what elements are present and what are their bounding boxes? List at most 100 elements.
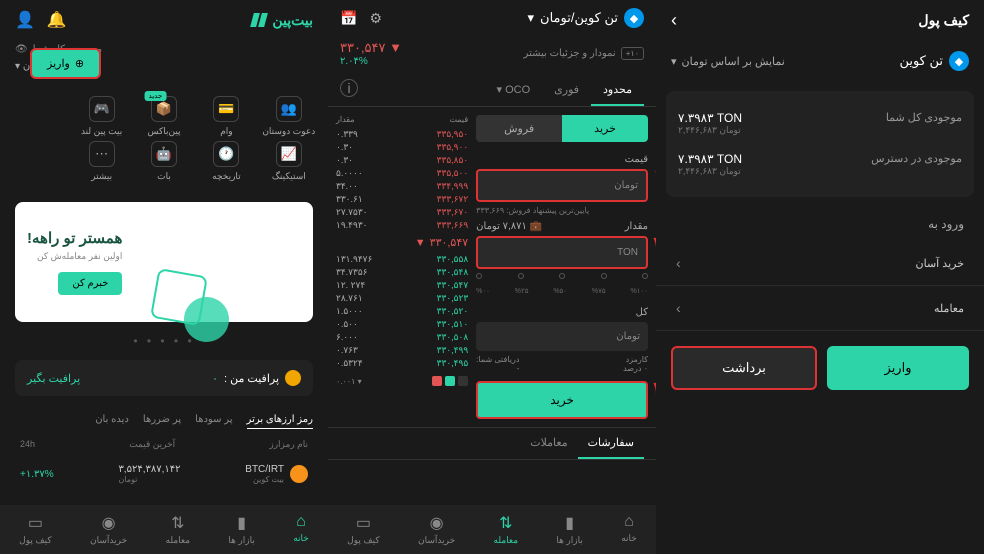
- mkttab-top[interactable]: رمز ارزهای برتر: [247, 414, 313, 429]
- grid-land[interactable]: 🎮بیت پین لند: [72, 96, 130, 137]
- amount-balance: 💼 ۷,۸۷۱ تومان: [476, 221, 542, 232]
- tab-limit[interactable]: محدود: [591, 75, 644, 106]
- nav-markets[interactable]: ▮بازار ها: [228, 513, 254, 546]
- total-input[interactable]: تومان: [476, 322, 648, 351]
- bottom-nav: ⌂خانه ▮بازار ها ⇅معامله ◉خریدآسان ▭کیف پ…: [328, 505, 656, 554]
- sell-tab[interactable]: فروش: [476, 115, 562, 142]
- trade-screen: ◆ تن کوین/تومان ▾ ⚙ 📅 ۱۰+ نمودار و جزئیا…: [328, 0, 656, 554]
- wallet-screen: کیف پول › ◆ تن کوین نمایش بر اساس تومان …: [656, 0, 984, 554]
- bottom-nav: ⌂خانه ▮بازار ها ⇅معامله ◉خریدآسان ▭کیف پ…: [0, 505, 328, 554]
- display-currency-toggle[interactable]: نمایش بر اساس تومان ▾: [671, 55, 785, 68]
- nav-trade[interactable]: ⇅معامله: [494, 513, 519, 546]
- calendar-icon[interactable]: 📅: [340, 10, 357, 27]
- coin-icon: [285, 370, 301, 386]
- back-icon[interactable]: ›: [671, 10, 677, 31]
- banner-sub: اولین نفر معامله‌ش کن: [27, 251, 122, 262]
- available-balance-label: موجودی در دسترس: [871, 152, 962, 177]
- grid-history[interactable]: 🕐تاریخچه: [197, 141, 255, 182]
- chevron-down-icon: ▾: [671, 55, 677, 68]
- mkttab-gainers[interactable]: پر سودها: [195, 414, 232, 429]
- deposit-button[interactable]: واریز: [827, 346, 969, 390]
- depth-view-icons[interactable]: [432, 376, 468, 386]
- amount-slider[interactable]: [476, 273, 648, 279]
- wallet-title: کیف پول: [918, 12, 969, 29]
- tab-trades[interactable]: معاملات: [520, 428, 577, 459]
- order-book: قیمت مقدار ۰.۳۳۹۳۳۵,۹۵۰ ۰.۳۰۳۳۵,۹۰۰ ۰.۳۰…: [336, 115, 468, 419]
- settings-icon[interactable]: ⚙: [369, 10, 382, 27]
- coin-header: ◆ تن کوین: [899, 51, 969, 71]
- deposit-button[interactable]: ⊕ واریز: [30, 48, 101, 79]
- nav-easybuy[interactable]: ◉خریدآسان: [90, 513, 127, 546]
- chart-details-link[interactable]: ۱۰+ نمودار و جزئیات بیشتر: [524, 40, 644, 67]
- brand-logo: بیت‌پین: [252, 12, 313, 29]
- asks-list: ۰.۳۳۹۳۳۵,۹۵۰ ۰.۳۰۳۳۵,۹۰۰ ۰.۳۰۳۳۵,۸۵۰ ۵.۰…: [336, 128, 468, 232]
- market-tabs: رمز ارزهای برتر پر سودها پر ضررها دیده ب…: [0, 404, 328, 433]
- submit-buy-button[interactable]: ۳ خرید: [476, 381, 648, 419]
- nav-wallet[interactable]: ▭کیف پول: [19, 513, 52, 546]
- available-balance-sub: ۲,۴۴۶,۶۸۳ تومان: [678, 166, 742, 177]
- total-label: کل: [476, 303, 648, 322]
- ton-icon: ◆: [624, 8, 644, 28]
- chevron-down-icon: ▾: [528, 10, 535, 26]
- buy-tab[interactable]: خرید: [562, 115, 648, 142]
- logo-icon: [252, 13, 266, 27]
- ton-icon: ◆: [949, 51, 969, 71]
- annotation-2: ۲: [653, 232, 656, 257]
- total-balance-label: موجودی کل شما: [886, 111, 962, 136]
- grid-bot[interactable]: 🤖بات: [135, 141, 193, 182]
- chevron-left-icon: ›: [676, 300, 681, 316]
- annotation-1: ۱: [653, 165, 656, 190]
- deposit-icon: ⊕: [75, 57, 84, 70]
- total-balance-value: ۷.۳۹۸۳ TON: [678, 111, 742, 125]
- carousel-dots[interactable]: • • • • •: [0, 330, 328, 352]
- annotation-3: ۳: [653, 377, 656, 402]
- price-label: قیمت: [476, 150, 648, 169]
- nav-wallet[interactable]: ▭کیف پول: [347, 513, 380, 546]
- available-balance-value: ۷.۳۹۸۳ TON: [678, 152, 742, 166]
- shortcuts-grid: 👥دعوت دوستان 💳وام جدید📦پین‌باکس 🎮بیت پین…: [0, 84, 328, 194]
- nav-trade[interactable]: ⇅معامله: [166, 513, 191, 546]
- promo-banner[interactable]: همستر تو راهه! اولین نفر معامله‌ش کن خبر…: [15, 202, 313, 322]
- info-icon[interactable]: i: [340, 79, 358, 97]
- entry-section-title: ورود به: [656, 207, 984, 241]
- pair-selector[interactable]: ◆ تن کوین/تومان ▾: [528, 8, 645, 28]
- grid-invite[interactable]: 👥دعوت دوستان: [260, 96, 318, 137]
- user-icon[interactable]: 👤: [15, 10, 35, 30]
- banner-cta[interactable]: خبرم کن: [58, 272, 122, 295]
- grid-staking[interactable]: 📈استیکینگ: [260, 141, 318, 182]
- profit-cta[interactable]: پرافیت بگیر: [27, 372, 80, 385]
- depth-precision[interactable]: ۰.۰۰۱ ▾: [336, 377, 362, 386]
- tab-oco[interactable]: OCO ▾: [485, 75, 543, 106]
- grid-more[interactable]: ⋯بیشتر: [72, 141, 130, 182]
- tab-instant[interactable]: فوری: [542, 75, 591, 106]
- nav-easybuy[interactable]: ◉خریدآسان: [418, 513, 455, 546]
- profit-card[interactable]: پرافیت من : ۰ پرافیت بگیر: [15, 360, 313, 396]
- mid-price: ▼۳۳۰,۵۴۷: [336, 232, 468, 253]
- tab-orders[interactable]: سفارشات: [578, 428, 644, 459]
- total-balance-sub: ۲,۴۴۶,۶۸۳ تومان: [678, 125, 742, 136]
- mkttab-watch[interactable]: دیده بان: [95, 414, 129, 429]
- chevron-left-icon: ›: [676, 255, 681, 271]
- market-header: نام رمزارز آخرین قیمت 24h: [0, 433, 328, 456]
- last-price: ۳۳۰,۵۴۷ ▼ ۲.۰۴%: [340, 40, 402, 67]
- home-screen: بیت‌پین 🔔 👤 موجودی کل شما 👁 ****** تومان…: [0, 0, 328, 554]
- nav-home[interactable]: ⌂خانه: [621, 513, 637, 546]
- grid-loan[interactable]: 💳وام: [197, 96, 255, 137]
- banner-title: همستر تو راهه!: [27, 229, 122, 247]
- coin-name: تن کوین: [899, 53, 943, 69]
- withdraw-button[interactable]: برداشت: [671, 346, 817, 390]
- grid-pinbox[interactable]: جدید📦پین‌باکس: [135, 96, 193, 137]
- nav-markets[interactable]: ▮بازار ها: [556, 513, 582, 546]
- market-row-btc[interactable]: BTC/IRTبیت کوین ۳,۵۲۴,۳۸۷,۱۴۲تومان +۱.۳۷…: [0, 456, 328, 492]
- lowest-ask: پایین‌ترین پیشنهاد فروش: ۳۳۳,۶۶۹: [476, 206, 648, 215]
- bell-icon[interactable]: 🔔: [47, 10, 67, 30]
- nav-home[interactable]: ⌂خانه: [293, 513, 309, 546]
- order-form: خرید فروش قیمت ۱ تومان پایین‌ترین پیشنها…: [476, 115, 648, 419]
- mkttab-losers[interactable]: پر ضررها: [143, 414, 181, 429]
- btc-icon: [290, 465, 308, 483]
- amount-input[interactable]: ۲ TON: [476, 236, 648, 269]
- nav-trade[interactable]: معامله ›: [656, 286, 984, 331]
- bids-list: ۱۳۱.۹۴۷۶۳۳۰,۵۵۸ ۳۴.۷۳۵۶۳۳۰,۵۴۸ ۱۲. ۲۷۴۳۳…: [336, 253, 468, 370]
- nav-easy-buy[interactable]: خرید آسان ›: [656, 241, 984, 286]
- price-input[interactable]: ۱ تومان: [476, 169, 648, 202]
